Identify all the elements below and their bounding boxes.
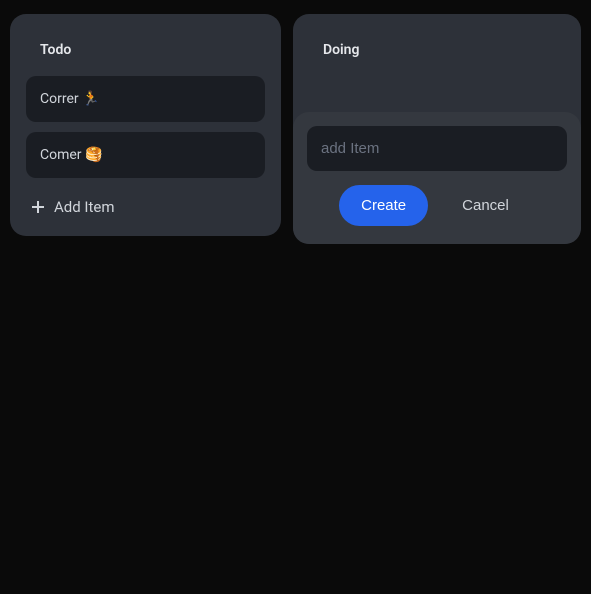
add-item-input[interactable] [307,126,567,171]
column-title-doing: Doing [309,30,565,76]
plus-icon [30,199,46,215]
create-button[interactable]: Create [339,185,428,226]
add-item-button[interactable]: Add Item [26,188,265,220]
column-title-todo: Todo [26,30,265,76]
card-text: Comer 🥞 [40,147,102,163]
column-doing: Doing Create Cancel [293,14,581,244]
add-item-label: Add Item [54,198,115,216]
add-item-form: Create Cancel [293,112,581,244]
card-item[interactable]: Correr 🏃 [26,76,265,122]
card-text: Correr 🏃 [40,91,100,107]
column-todo: Todo Correr 🏃 Comer 🥞 Add Item [10,14,281,236]
cancel-button[interactable]: Cancel [436,185,535,226]
card-item[interactable]: Comer 🥞 [26,132,265,178]
form-buttons: Create Cancel [307,185,567,230]
